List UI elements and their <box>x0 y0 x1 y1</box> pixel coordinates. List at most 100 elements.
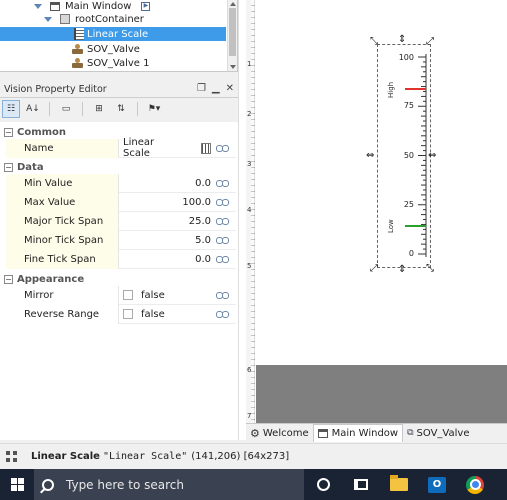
scroll-down-icon[interactable] <box>230 65 236 69</box>
property-value-input[interactable]: false <box>118 304 213 324</box>
tree-item-root-container[interactable]: rootContainer <box>0 12 226 26</box>
resize-handle-s-icon[interactable]: ⇕ <box>398 265 406 275</box>
edit-custom-property-icon[interactable]: ⇅ <box>112 100 130 118</box>
property-value-input[interactable]: 5.0 <box>118 230 213 250</box>
resize-handle-nw-icon[interactable]: ⤡ <box>370 37 378 47</box>
property-row-reverse-range[interactable]: Reverse Range false <box>6 304 236 324</box>
scroll-up-icon[interactable] <box>230 2 236 6</box>
task-view-button[interactable] <box>342 469 380 500</box>
property-editor-titlebar: Vision Property Editor ❐ ▁ ✕ <box>0 82 238 98</box>
resize-handle-se-icon[interactable]: ⤡ <box>426 264 434 274</box>
cortana-button[interactable] <box>304 469 342 500</box>
binding-link-icon[interactable] <box>213 305 231 324</box>
gear-icon: ⚙ <box>250 426 260 440</box>
chrome-button[interactable] <box>456 469 494 500</box>
outlook-icon: O <box>428 476 446 493</box>
collapse-icon[interactable]: − <box>4 275 13 284</box>
resize-handle-n-icon[interactable]: ⇕ <box>398 35 406 45</box>
property-value-input[interactable]: false <box>118 285 213 305</box>
collapse-icon[interactable]: − <box>4 163 13 172</box>
resize-handle-w-icon[interactable]: ⇔ <box>366 151 374 161</box>
status-component-name: Linear Scale <box>31 451 100 462</box>
toolbar-divider <box>137 102 138 116</box>
minimize-panel-icon[interactable]: ▁ <box>212 83 220 94</box>
collapse-icon[interactable]: − <box>4 128 13 137</box>
designer-canvas[interactable]: 1 2 3 4 5 6 7 100 75 50 25 0 High Low ⤡ … <box>246 0 507 423</box>
property-row-min-value[interactable]: Min Value 0.0 <box>6 173 236 193</box>
float-panel-icon[interactable]: ❐ <box>197 83 206 94</box>
scale-label-25: 25 <box>403 200 414 209</box>
ruler-number: 2 <box>247 110 252 118</box>
tab-label: SOV_Valve <box>416 427 470 439</box>
scroll-thumb[interactable] <box>229 8 236 56</box>
property-name: Min Value <box>6 173 118 193</box>
high-range-label: High <box>387 81 395 98</box>
tab-label: Main Window <box>331 428 399 439</box>
sort-alpha-icon[interactable]: A↓ <box>24 100 42 118</box>
expand-arrow-icon[interactable] <box>44 16 52 22</box>
tree-item-label: Linear Scale <box>87 28 149 40</box>
taskbar-search[interactable]: Type here to search <box>34 469 304 500</box>
property-row-max-value[interactable]: Max Value 100.0 <box>6 192 236 212</box>
tree-scrollbar[interactable] <box>227 0 237 71</box>
tree-item-label: rootContainer <box>75 13 144 25</box>
property-row-name[interactable]: Name Linear Scale <box>6 137 236 159</box>
property-row-fine-tick-span[interactable]: Fine Tick Span 0.0 <box>6 249 236 269</box>
property-value-input[interactable]: 100.0 <box>118 192 213 212</box>
resize-handle-e-icon[interactable]: ⇔ <box>428 151 436 161</box>
search-placeholder: Type here to search <box>66 477 184 492</box>
tree-item-sov-valve-1[interactable]: SOV_Valve 1 <box>0 56 226 70</box>
property-value-input[interactable]: Linear Scale <box>118 137 213 159</box>
add-custom-property-icon[interactable]: ⊞ <box>90 100 108 118</box>
window-icon <box>50 1 60 11</box>
mirror-checkbox[interactable] <box>123 290 133 300</box>
property-value-input[interactable]: 0.0 <box>118 249 213 269</box>
reverse-range-checkbox[interactable] <box>123 309 133 319</box>
binding-link-icon[interactable] <box>213 231 231 250</box>
property-name: Mirror <box>6 285 118 305</box>
property-row-minor-tick-span[interactable]: Minor Tick Span 5.0 <box>6 230 236 250</box>
tab-sov-valve[interactable]: ⧉ SOV_Valve <box>403 424 473 442</box>
property-name: Major Tick Span <box>6 211 118 231</box>
start-button[interactable] <box>0 469 34 500</box>
binding-link-icon[interactable] <box>213 212 231 231</box>
filter-dropdown-icon[interactable]: ⚑▾ <box>145 100 163 118</box>
scale-label-50: 50 <box>403 151 414 160</box>
outlook-button[interactable]: O <box>418 469 456 500</box>
design-area[interactable]: 100 75 50 25 0 High Low ⤡ ⇕ ⤢ ⇔ ⇔ ⤢ ⇕ ⤡ <box>256 0 507 365</box>
resize-handle-ne-icon[interactable]: ⤢ <box>426 37 434 47</box>
close-panel-icon[interactable]: ✕ <box>226 83 234 94</box>
binding-link-icon[interactable] <box>213 139 231 158</box>
binding-link-icon[interactable] <box>213 174 231 193</box>
binding-link-icon[interactable] <box>213 193 231 212</box>
grid-icon[interactable] <box>6 451 17 462</box>
scale-label-100: 100 <box>398 53 414 62</box>
category-label: Data <box>17 162 44 173</box>
tree-item-linear-scale[interactable]: Linear Scale <box>0 27 226 41</box>
property-editor-toolbar: ☷ A↓ ▭ ⊞ ⇅ ⚑▾ <box>0 98 238 120</box>
panel-splitter[interactable] <box>238 0 246 440</box>
property-name: Max Value <box>6 192 118 212</box>
binding-link-icon[interactable] <box>213 250 231 269</box>
resize-handle-sw-icon[interactable]: ⤢ <box>370 264 378 274</box>
scale-label-75: 75 <box>403 101 414 110</box>
categorized-view-icon[interactable]: ☷ <box>2 100 20 118</box>
property-row-mirror[interactable]: Mirror false <box>6 285 236 305</box>
folder-icon <box>390 475 408 491</box>
property-value-input[interactable]: 0.0 <box>118 173 213 193</box>
status-coordinates: (141,206) [64x273] <box>191 451 290 462</box>
property-table: − Common Name Linear Scale − Data Min Va… <box>0 122 238 440</box>
name-editor-icon[interactable] <box>200 142 211 154</box>
property-display-icon[interactable]: ▭ <box>57 100 75 118</box>
expand-arrow-icon[interactable] <box>34 3 42 9</box>
tab-main-window[interactable]: Main Window <box>312 424 404 442</box>
file-explorer-button[interactable] <box>380 469 418 500</box>
property-row-major-tick-span[interactable]: Major Tick Span 25.0 <box>6 211 236 231</box>
tab-label: Welcome <box>262 427 309 439</box>
binding-link-icon[interactable] <box>213 286 231 305</box>
open-window-icon[interactable]: ▶ <box>141 1 151 11</box>
category-label: Common <box>17 127 67 138</box>
tree-item-sov-valve[interactable]: SOV_Valve <box>0 42 226 56</box>
tab-welcome[interactable]: ⚙ Welcome <box>246 424 313 442</box>
property-value-input[interactable]: 25.0 <box>118 211 213 231</box>
